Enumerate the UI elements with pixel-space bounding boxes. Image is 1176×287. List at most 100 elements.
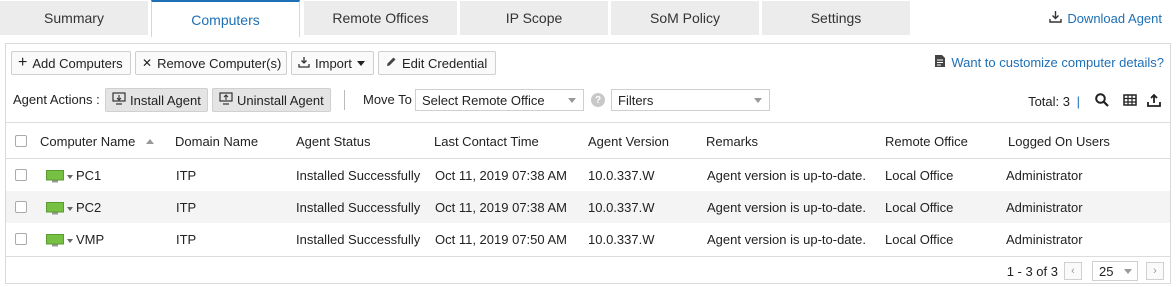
column-agent-status[interactable]: Agent Status	[296, 134, 370, 149]
page-size-select[interactable]: 25	[1092, 261, 1138, 281]
agent-version: 10.0.337.W	[588, 232, 655, 247]
chevron-down-icon	[568, 98, 576, 103]
row-checkbox[interactable]	[15, 201, 27, 213]
row-checkbox[interactable]	[15, 169, 27, 181]
edit-credential-label: Edit Credential	[402, 55, 488, 71]
column-chooser-icon[interactable]	[1122, 92, 1138, 108]
agent-status: Installed Successfully	[296, 200, 421, 215]
last-contact-time: Oct 11, 2019 07:38 AM	[435, 200, 568, 215]
table-row[interactable]: PC2 ITP Installed Successfully Oct 11, 2…	[6, 191, 1170, 223]
edit-credential-button[interactable]: Edit Credential	[378, 51, 496, 75]
caret-down-icon	[67, 206, 73, 211]
chevron-down-icon	[754, 98, 762, 103]
uninstall-agent-label: Uninstall Agent	[237, 92, 324, 108]
monitor-icon[interactable]	[46, 202, 73, 215]
install-icon	[112, 92, 126, 108]
total-count: Total: 3	[1028, 94, 1070, 109]
agent-actions-bar: Agent Actions : Install Agent Uninstall …	[6, 86, 1170, 116]
column-agent-version[interactable]: Agent Version	[588, 134, 669, 149]
sort-asc-icon[interactable]	[146, 139, 154, 144]
column-computer-name[interactable]: Computer Name	[40, 134, 135, 149]
tab-remote-offices[interactable]: Remote Offices	[304, 1, 457, 35]
add-computers-label: Add Computers	[32, 55, 123, 71]
import-button[interactable]: Import	[291, 51, 374, 75]
remote-office-select[interactable]: Select Remote Office	[415, 89, 584, 111]
table-header: Computer Name Domain Name Agent Status L…	[6, 122, 1170, 159]
import-icon	[298, 56, 310, 71]
install-agent-label: Install Agent	[130, 92, 201, 108]
agent-status: Installed Successfully	[296, 232, 421, 247]
remote-office-value: Select Remote Office	[422, 92, 545, 108]
pagination-range: 1 - 3 of 3	[1006, 264, 1058, 279]
filters-select[interactable]: Filters	[611, 89, 770, 111]
import-label: Import	[315, 55, 352, 71]
export-icon[interactable]	[1146, 92, 1162, 108]
computer-name[interactable]: VMP	[76, 232, 104, 247]
uninstall-agent-button[interactable]: Uninstall Agent	[212, 88, 331, 112]
monitor-icon[interactable]	[46, 170, 73, 183]
logged-on-users: Administrator	[1006, 232, 1083, 247]
last-contact-time: Oct 11, 2019 07:38 AM	[435, 168, 568, 183]
remove-computers-button[interactable]: ✕ Remove Computer(s)	[135, 51, 287, 75]
plus-icon: +	[18, 54, 28, 71]
pencil-icon	[385, 56, 397, 71]
remarks: Agent version is up-to-date.	[707, 232, 866, 247]
close-icon: ✕	[142, 56, 153, 70]
computer-name[interactable]: PC1	[76, 168, 101, 183]
remarks: Agent version is up-to-date.	[707, 168, 866, 183]
move-to-label: Move To	[363, 92, 412, 107]
caret-down-icon	[356, 60, 365, 66]
computer-toolbar: + Add Computers ✕ Remove Computer(s) Imp…	[6, 44, 1170, 80]
previous-page-button[interactable]: ‹	[1064, 262, 1082, 280]
column-remarks[interactable]: Remarks	[706, 134, 758, 149]
computers-panel: + Add Computers ✕ Remove Computer(s) Imp…	[5, 43, 1171, 284]
tab-som-policy[interactable]: SoM Policy	[611, 1, 759, 35]
filters-value: Filters	[618, 92, 654, 108]
domain-name: ITP	[176, 232, 197, 247]
monitor-icon[interactable]	[46, 234, 73, 247]
domain-name: ITP	[176, 200, 197, 215]
select-all-checkbox[interactable]	[15, 135, 27, 147]
domain-name: ITP	[176, 168, 197, 183]
tab-settings[interactable]: Settings	[762, 1, 910, 35]
tab-summary[interactable]: Summary	[0, 1, 148, 35]
computer-name[interactable]: PC2	[76, 200, 101, 215]
download-agent-label: Download Agent	[1067, 10, 1162, 26]
customize-details-link[interactable]: Want to customize computer details?	[934, 54, 1164, 71]
remarks: Agent version is up-to-date.	[707, 200, 866, 215]
logged-on-users: Administrator	[1006, 200, 1083, 215]
table-footer: 1 - 3 of 3 ‹ 25 ›	[6, 256, 1170, 284]
agent-actions-label: Agent Actions :	[13, 92, 100, 107]
column-last-contact-time[interactable]: Last Contact Time	[434, 134, 539, 149]
column-domain-name[interactable]: Domain Name	[175, 134, 258, 149]
table-row[interactable]: VMP ITP Installed Successfully Oct 11, 2…	[6, 223, 1170, 255]
total-separator: |	[1076, 94, 1080, 109]
divider	[344, 90, 345, 110]
agent-status: Installed Successfully	[296, 168, 421, 183]
add-computers-button[interactable]: + Add Computers	[11, 51, 131, 75]
uninstall-icon	[219, 92, 233, 108]
page-size-value: 25	[1099, 263, 1114, 279]
install-agent-button[interactable]: Install Agent	[105, 88, 208, 112]
chevron-down-icon	[1124, 269, 1132, 274]
caret-down-icon	[67, 174, 73, 179]
logged-on-users: Administrator	[1006, 168, 1083, 183]
search-icon[interactable]	[1094, 92, 1110, 108]
last-contact-time: Oct 11, 2019 07:50 AM	[435, 232, 568, 247]
tab-computers[interactable]: Computers	[151, 0, 300, 37]
remote-office: Local Office	[885, 168, 954, 183]
remove-computers-label: Remove Computer(s)	[157, 55, 282, 71]
column-remote-office[interactable]: Remote Office	[885, 134, 968, 149]
customize-details-label: Want to customize computer details?	[951, 55, 1164, 70]
tab-ip-scope[interactable]: IP Scope	[460, 1, 608, 35]
download-agent-link[interactable]: Download Agent	[1049, 10, 1162, 26]
next-page-button[interactable]: ›	[1146, 262, 1164, 280]
agent-version: 10.0.337.W	[588, 200, 655, 215]
document-icon	[934, 54, 946, 71]
help-icon[interactable]: ?	[591, 93, 605, 107]
download-icon	[1049, 10, 1063, 26]
remote-office: Local Office	[885, 200, 954, 215]
column-logged-on-users[interactable]: Logged On Users	[1008, 134, 1110, 149]
table-row[interactable]: PC1 ITP Installed Successfully Oct 11, 2…	[6, 159, 1170, 191]
row-checkbox[interactable]	[15, 233, 27, 245]
